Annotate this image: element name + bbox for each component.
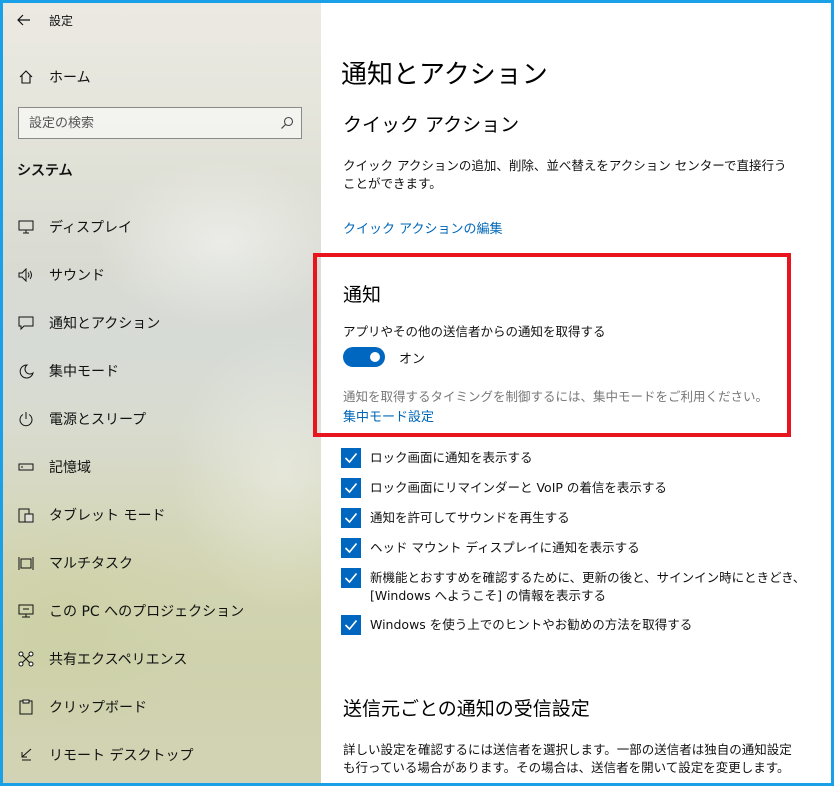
sidebar-item-sound[interactable]: サウンド (3, 251, 321, 299)
page-title: 通知とアクション (341, 60, 548, 90)
checkbox[interactable] (341, 615, 361, 635)
sidebar-item-label: 共有エクスペリエンス (49, 652, 188, 668)
notifications-heading: 通知 (343, 284, 382, 306)
checkbox-label: ロック画面に通知を表示する (370, 450, 533, 465)
checkmark-icon (344, 619, 358, 631)
share-icon (17, 650, 35, 668)
checkbox-row[interactable]: ロック画面に通知を表示する (341, 448, 811, 468)
sidebar-item-label: 集中モード (49, 364, 119, 380)
sidebar-item-shared-experiences[interactable]: 共有エクスペリエンス (3, 635, 321, 683)
notifications-toggle-row: オン (343, 347, 425, 367)
toggle-state-label: オン (399, 351, 426, 367)
sidebar-item-notifications[interactable]: 通知とアクション (3, 299, 321, 347)
home-icon (17, 68, 35, 86)
projection-icon (17, 602, 35, 620)
notifications-toggle-caption: アプリやその他の送信者からの通知を取得する (343, 324, 606, 339)
sidebar-item-display[interactable]: ディスプレイ (3, 203, 321, 251)
checkbox[interactable] (341, 538, 361, 558)
sidebar-item-label: 電源とスリープ (49, 412, 147, 428)
sidebar-item-label: マルチタスク (49, 556, 133, 572)
multitask-icon (17, 554, 35, 572)
sidebar-item-label: サウンド (49, 268, 105, 284)
sidebar-item-label: クリップボード (49, 700, 147, 716)
sidebar-item-label: この PC へのプロジェクション (49, 604, 245, 620)
edit-quick-actions-link[interactable]: クイック アクションの編集 (343, 218, 502, 237)
notifications-toggle[interactable] (343, 347, 385, 367)
sidebar: 設定 ホーム システム ディスプレイ (3, 3, 321, 783)
checkbox-label: ヘッド マウント ディスプレイに通知を表示する (370, 540, 640, 555)
checkbox-label: Windows を使う上でのヒントやお勧めの方法を取得する (370, 617, 693, 632)
per-sender-description: 詳しい設定を確認するには送信者を選択します。一部の送信者は独自の通知設定も行って… (343, 742, 792, 775)
sidebar-item-projection[interactable]: この PC へのプロジェクション (3, 587, 321, 635)
checkbox-row[interactable]: 通知を許可してサウンドを再生する (341, 508, 811, 528)
checkbox-label: 新機能とおすすめを確認するために、更新の後と、サインイン時にときどき、[Wind… (370, 570, 806, 603)
sidebar-item-focus-assist[interactable]: 集中モード (3, 347, 321, 395)
focus-assist-settings-link[interactable]: 集中モード設定 (343, 406, 434, 425)
nav-list: ディスプレイ サウンド 通知とアクション 集中モード 電源とスリープ 記憶域 タ… (3, 203, 321, 779)
sidebar-item-label: リモート デスクトップ (49, 748, 194, 764)
toggle-knob (370, 352, 380, 362)
checkmark-icon (344, 482, 358, 494)
checkbox-label: ロック画面にリマインダーと VoIP の着信を表示する (370, 480, 667, 495)
sidebar-item-tablet-mode[interactable]: タブレット モード (3, 491, 321, 539)
sidebar-item-storage[interactable]: 記憶域 (3, 443, 321, 491)
checkbox-row[interactable]: ヘッド マウント ディスプレイに通知を表示する (341, 538, 811, 558)
checkbox-row[interactable]: Windows を使う上でのヒントやお勧めの方法を取得する (341, 615, 811, 635)
search-input[interactable] (29, 115, 273, 131)
quick-actions-heading: クイック アクション (343, 114, 520, 136)
moon-icon (17, 362, 35, 380)
back-arrow-icon (17, 11, 31, 30)
checkmark-icon (344, 542, 358, 554)
sidebar-item-label: 通知とアクション (49, 316, 161, 332)
checkbox[interactable] (341, 478, 361, 498)
monitor-icon (17, 218, 35, 236)
focus-assist-hint: 通知を取得するタイミングを制御するには、集中モードをご利用ください。 (343, 389, 769, 404)
sidebar-item-clipboard[interactable]: クリップボード (3, 683, 321, 731)
checkbox-row[interactable]: ロック画面にリマインダーと VoIP の着信を表示する (341, 478, 811, 498)
notification-options-list: ロック画面に通知を表示する ロック画面にリマインダーと VoIP の着信を表示す… (341, 448, 811, 645)
sidebar-item-multitasking[interactable]: マルチタスク (3, 539, 321, 587)
checkmark-icon (344, 572, 358, 584)
checkbox[interactable] (341, 568, 361, 588)
search-icon[interactable] (273, 116, 301, 130)
sidebar-item-label: 記憶域 (49, 460, 91, 476)
checkmark-icon (344, 452, 358, 464)
quick-actions-description: クイック アクションの追加、削除、並べ替えをアクション センターで直接行うことが… (343, 158, 787, 191)
speaker-icon (17, 266, 35, 284)
nav-home-label: ホーム (49, 70, 91, 86)
nav-home[interactable]: ホーム (3, 59, 321, 95)
section-header-system: システム (17, 163, 73, 179)
sidebar-item-remote-desktop[interactable]: リモート デスクトップ (3, 731, 321, 779)
checkbox-row[interactable]: 新機能とおすすめを確認するために、更新の後と、サインイン時にときどき、[Wind… (341, 568, 811, 605)
search-box[interactable] (18, 107, 302, 139)
remote-desktop-icon (17, 746, 35, 764)
tablet-icon (17, 506, 35, 524)
sidebar-item-label: タブレット モード (49, 508, 166, 524)
per-sender-heading: 送信元ごとの通知の受信設定 (343, 698, 590, 720)
checkbox-label: 通知を許可してサウンドを再生する (370, 510, 570, 525)
checkbox[interactable] (341, 508, 361, 528)
power-icon (17, 410, 35, 428)
checkbox[interactable] (341, 448, 361, 468)
clipboard-icon (17, 698, 35, 716)
sidebar-item-label: ディスプレイ (49, 220, 133, 236)
app-title: 設定 (49, 13, 74, 28)
title-bar: 設定 (3, 3, 321, 37)
notification-icon (17, 314, 35, 332)
sidebar-item-power-sleep[interactable]: 電源とスリープ (3, 395, 321, 443)
back-button[interactable] (3, 3, 45, 37)
checkmark-icon (344, 512, 358, 524)
storage-icon (17, 458, 35, 476)
